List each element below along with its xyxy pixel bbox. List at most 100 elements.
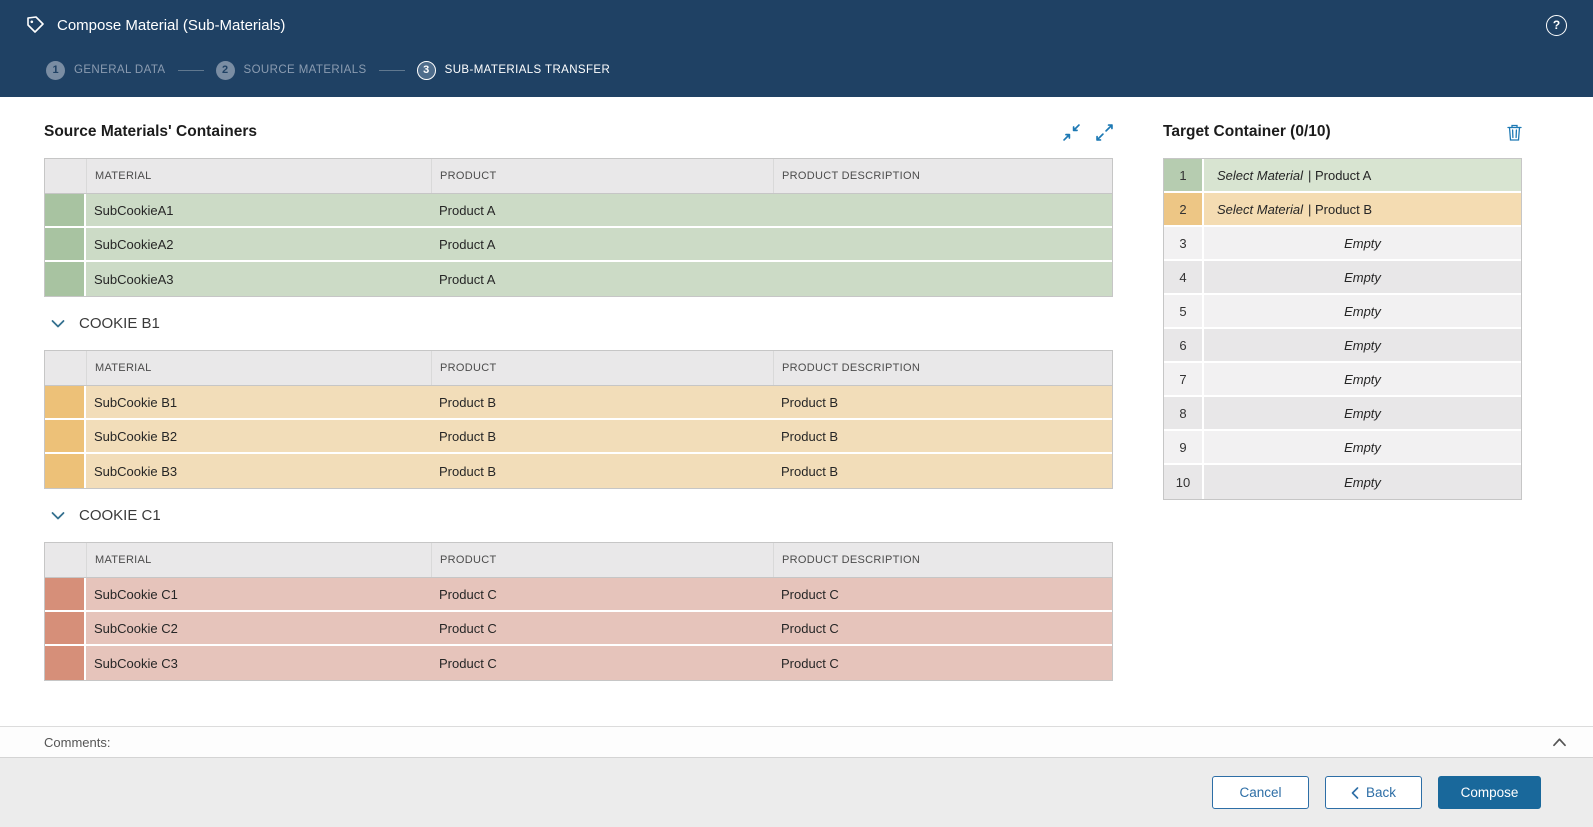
target-slot[interactable]: 5 Empty <box>1164 295 1521 329</box>
step-general-data[interactable]: 1 GENERAL DATA <box>46 61 166 80</box>
compose-button[interactable]: Compose <box>1438 776 1541 809</box>
step-connector <box>178 70 204 71</box>
back-button[interactable]: Back <box>1325 776 1422 809</box>
collapse-all-icon[interactable] <box>1063 124 1080 141</box>
cell-material: SubCookie C3 <box>86 646 431 680</box>
table-header-row: MATERIAL PRODUCT PRODUCT DESCRIPTION <box>45 351 1112 386</box>
swatch-column-header <box>45 351 86 385</box>
expand-all-icon[interactable] <box>1096 124 1113 141</box>
target-panel-head: Target Container (0/10) <box>1163 119 1522 145</box>
source-row[interactable]: SubCookie C1 Product C Product C <box>45 578 1112 612</box>
target-slot[interactable]: 10 Empty <box>1164 465 1521 499</box>
column-header-product-description: PRODUCT DESCRIPTION <box>773 351 1112 385</box>
slot-content: Select Material | Product B <box>1204 193 1521 225</box>
trash-icon[interactable] <box>1507 124 1522 141</box>
column-header-product: PRODUCT <box>431 543 773 577</box>
source-table-group-a: MATERIAL PRODUCT PRODUCT DESCRIPTION Sub… <box>44 158 1113 297</box>
target-slot[interactable]: 2 Select Material | Product B <box>1164 193 1521 227</box>
slot-number: 8 <box>1164 397 1204 429</box>
cell-product: Product B <box>431 420 773 452</box>
cell-product: Product B <box>431 386 773 418</box>
slot-content: Empty <box>1204 261 1521 293</box>
row-color-swatch <box>45 612 86 644</box>
cell-material: SubCookie B3 <box>86 454 431 488</box>
group-header-cookie-b1[interactable]: COOKIE B1 <box>44 306 1113 341</box>
slot-content: Empty <box>1204 363 1521 395</box>
column-header-material: MATERIAL <box>86 351 431 385</box>
target-slot[interactable]: 3 Empty <box>1164 227 1521 261</box>
target-slot[interactable]: 7 Empty <box>1164 363 1521 397</box>
help-glyph: ? <box>1553 18 1560 32</box>
row-color-swatch <box>45 646 86 680</box>
source-row[interactable]: SubCookieA1 Product A <box>45 194 1112 228</box>
group-header-cookie-c1[interactable]: COOKIE C1 <box>44 498 1113 533</box>
slot-content: Select Material | Product A <box>1204 159 1521 191</box>
slot-placeholder[interactable]: Select Material <box>1217 202 1303 217</box>
column-header-material: MATERIAL <box>86 543 431 577</box>
cell-product-description: Product B <box>773 454 1112 488</box>
chevron-left-icon <box>1351 787 1359 799</box>
swatch-column-header <box>45 543 86 577</box>
row-color-swatch <box>45 228 86 260</box>
step-source-materials[interactable]: 2 SOURCE MATERIALS <box>216 61 367 80</box>
step-connector <box>379 70 405 71</box>
source-row[interactable]: SubCookie C2 Product C Product C <box>45 612 1112 646</box>
step-1-label: GENERAL DATA <box>74 64 166 76</box>
source-row[interactable]: SubCookie B3 Product B Product B <box>45 454 1112 488</box>
group-title: COOKIE C1 <box>79 507 161 524</box>
target-slot[interactable]: 9 Empty <box>1164 431 1521 465</box>
source-row[interactable]: SubCookie B1 Product B Product B <box>45 386 1112 420</box>
target-container-table: 1 Select Material | Product A 2 Select M… <box>1163 158 1522 500</box>
group-title: COOKIE B1 <box>79 315 160 332</box>
slot-content: Empty <box>1204 465 1521 499</box>
main-content: Source Materials' Containers MATERIAL PR… <box>0 97 1593 726</box>
source-row[interactable]: SubCookie C3 Product C Product C <box>45 646 1112 680</box>
chevron-down-icon <box>50 508 66 524</box>
target-slot[interactable]: 6 Empty <box>1164 329 1521 363</box>
slot-placeholder[interactable]: Select Material <box>1217 168 1303 183</box>
target-slot[interactable]: 1 Select Material | Product A <box>1164 159 1521 193</box>
table-header-row: MATERIAL PRODUCT PRODUCT DESCRIPTION <box>45 543 1112 578</box>
cell-product-description: Product B <box>773 386 1112 418</box>
cell-product-description <box>773 262 1112 296</box>
help-icon[interactable]: ? <box>1546 15 1567 36</box>
comments-bar[interactable]: Comments: <box>0 726 1593 757</box>
slot-number: 5 <box>1164 295 1204 327</box>
row-color-swatch <box>45 386 86 418</box>
chevron-up-icon[interactable] <box>1552 736 1567 749</box>
source-table-cookie-b1: MATERIAL PRODUCT PRODUCT DESCRIPTION Sub… <box>44 350 1113 489</box>
step-sub-materials-transfer[interactable]: 3 SUB-MATERIALS TRANSFER <box>417 61 611 80</box>
slot-product: | Product B <box>1308 202 1372 217</box>
target-container-panel: Target Container (0/10) 1 Select Materia… <box>1163 119 1522 500</box>
cell-product-description: Product B <box>773 420 1112 452</box>
column-header-product: PRODUCT <box>431 351 773 385</box>
target-slot[interactable]: 4 Empty <box>1164 261 1521 295</box>
source-row[interactable]: SubCookieA3 Product A <box>45 262 1112 296</box>
cell-product-description <box>773 228 1112 260</box>
comments-label: Comments: <box>44 735 110 750</box>
footer: Cancel Back Compose <box>0 757 1593 827</box>
chevron-down-icon <box>50 316 66 332</box>
slot-content: Empty <box>1204 431 1521 463</box>
cell-product: Product C <box>431 646 773 680</box>
slot-number: 1 <box>1164 159 1204 191</box>
slot-content: Empty <box>1204 397 1521 429</box>
target-slot[interactable]: 8 Empty <box>1164 397 1521 431</box>
back-button-label: Back <box>1366 785 1396 800</box>
source-panel-actions <box>1063 124 1113 141</box>
slot-number: 7 <box>1164 363 1204 395</box>
step-1-circle: 1 <box>46 61 65 80</box>
step-2-circle: 2 <box>216 61 235 80</box>
column-header-material: MATERIAL <box>86 159 431 193</box>
cell-material: SubCookieA1 <box>86 194 431 226</box>
wizard-stepper: 1 GENERAL DATA 2 SOURCE MATERIALS 3 SUB-… <box>0 50 1593 90</box>
source-row[interactable]: SubCookieA2 Product A <box>45 228 1112 262</box>
column-header-product-description: PRODUCT DESCRIPTION <box>773 159 1112 193</box>
table-header-row: MATERIAL PRODUCT PRODUCT DESCRIPTION <box>45 159 1112 194</box>
cell-material: SubCookieA2 <box>86 228 431 260</box>
cell-product-description <box>773 194 1112 226</box>
source-row[interactable]: SubCookie B2 Product B Product B <box>45 420 1112 454</box>
row-color-swatch <box>45 194 86 226</box>
cell-product-description: Product C <box>773 578 1112 610</box>
cancel-button[interactable]: Cancel <box>1212 776 1309 809</box>
